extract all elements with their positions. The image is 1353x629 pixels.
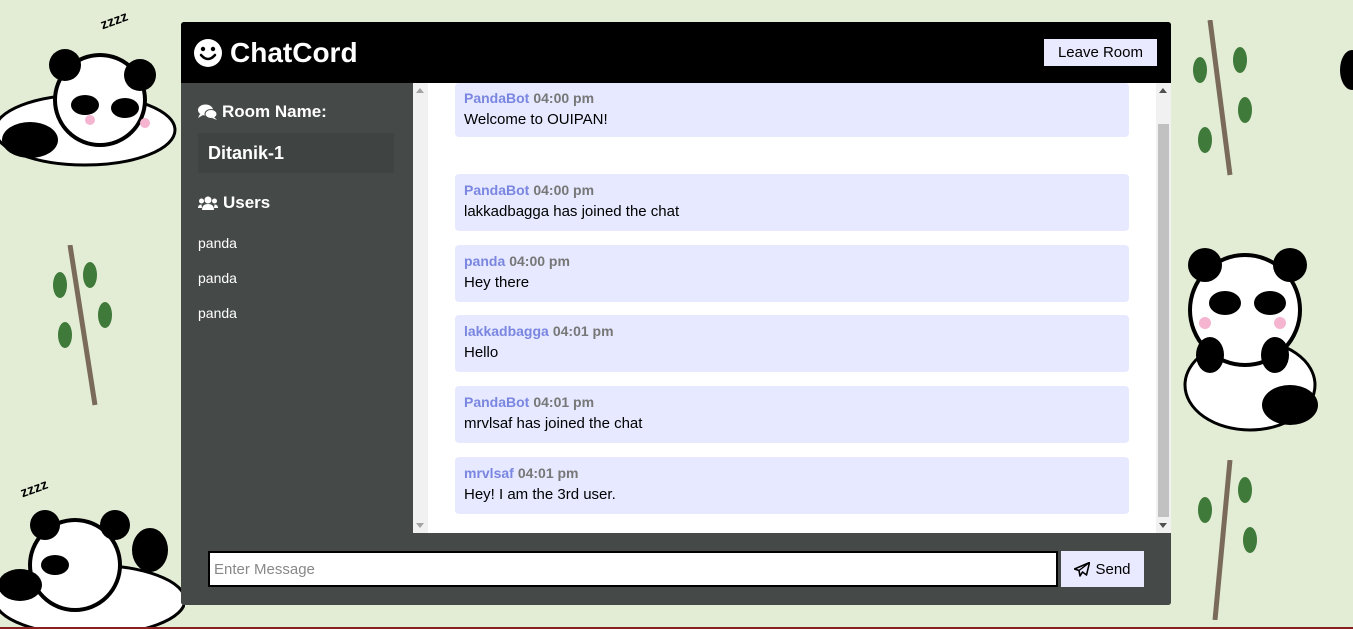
message-username: PandaBot: [464, 394, 530, 410]
message-meta: mrvlsaf 04:01 pm: [464, 465, 579, 481]
message: PandaBot 04:01 pm mrvlsaf has joined the …: [455, 386, 1129, 443]
app-title: ChatCord: [230, 36, 358, 68]
chat-sidebar: Room Name: Ditanik-1 Users panda panda p…: [181, 83, 413, 533]
message-text: Welcome to OUIPAN!: [464, 111, 608, 128]
message-username: lakkadbagga: [464, 323, 549, 339]
background-bamboo-right-bottom: [1190, 459, 1270, 625]
chat-header: ChatCord Leave Room: [181, 22, 1171, 83]
messages-scrollbar[interactable]: [1156, 83, 1171, 533]
message: mrvlsaf 04:01 pm Hey! I am the 3rd user.: [455, 457, 1129, 514]
scroll-up-arrow-icon[interactable]: [416, 88, 424, 93]
send-button[interactable]: Send: [1061, 551, 1144, 587]
users-label: Users: [223, 193, 271, 212]
comments-icon: [198, 104, 217, 120]
message-input[interactable]: [208, 551, 1058, 587]
background-bamboo-right-top: [1185, 19, 1265, 185]
message-text: lakkadbagga has joined the chat: [464, 203, 680, 220]
background-bamboo-left: [45, 244, 125, 415]
background-panda-top-right: [1330, 40, 1353, 105]
room-name-box: Ditanik-1: [198, 133, 394, 173]
background-panda-right: [1170, 245, 1330, 440]
message: lakkadbagga 04:01 pm Hello: [455, 315, 1129, 372]
background-panda-bottom-left: [0, 490, 187, 629]
message-time: 04:01 pm: [517, 465, 579, 481]
users-heading: Users: [198, 193, 270, 213]
message: PandaBot 04:00 pm Welcome to OUIPAN!: [455, 83, 1129, 137]
leave-room-button[interactable]: Leave Room: [1043, 39, 1157, 66]
message-time: 04:01 pm: [552, 323, 614, 339]
room-name-label: Room Name:: [222, 102, 327, 121]
message-time: 04:01 pm: [533, 394, 595, 410]
message: panda 04:00 pm Hey there: [455, 245, 1129, 302]
message: PandaBot 04:00 pm lakkadbagga has joined …: [455, 174, 1129, 231]
background-panda-top-left: [0, 20, 180, 175]
message-meta: PandaBot 04:00 pm: [464, 90, 594, 106]
user-list-item: panda: [198, 235, 237, 251]
message-text: mrvlsaf has joined the chat: [464, 415, 643, 432]
room-name-value: Ditanik-1: [208, 142, 285, 163]
chat-messages: PandaBot 04:00 pm Welcome to OUIPAN! Pand…: [413, 83, 1171, 533]
brand: ChatCord: [193, 37, 358, 69]
message-meta: panda 04:00 pm: [464, 253, 570, 269]
room-name-heading: Room Name:: [198, 102, 327, 122]
scroll-down-arrow-icon[interactable]: [416, 523, 424, 528]
user-list-item: panda: [198, 305, 237, 321]
message-username: panda: [464, 253, 506, 269]
message-time: 04:00 pm: [509, 253, 570, 269]
smile-icon: [193, 38, 223, 68]
scrollbar-thumb[interactable]: [1158, 124, 1169, 517]
message-username: PandaBot: [464, 182, 530, 198]
users-icon: [198, 196, 218, 210]
scroll-down-arrow-icon[interactable]: [1159, 523, 1167, 528]
message-username: PandaBot: [464, 90, 530, 106]
message-text: Hello: [464, 344, 499, 361]
message-time: 04:00 pm: [533, 90, 595, 106]
chat-container: ChatCord Leave Room Room Name: Ditanik-1: [181, 22, 1171, 605]
message-meta: PandaBot 04:01 pm: [464, 394, 594, 410]
message-username: mrvlsaf: [464, 465, 514, 481]
user-list-item: panda: [198, 270, 237, 286]
sidebar-scrollbar[interactable]: [413, 83, 428, 533]
message-meta: lakkadbagga 04:01 pm: [464, 323, 614, 339]
message-form: Send: [181, 533, 1171, 605]
paper-plane-icon: [1074, 561, 1091, 577]
message-text: Hey! I am the 3rd user.: [464, 486, 616, 503]
message-text: Hey there: [464, 274, 530, 291]
message-time: 04:00 pm: [533, 182, 595, 198]
scroll-up-arrow-icon[interactable]: [1159, 88, 1167, 93]
message-meta: PandaBot 04:00 pm: [464, 182, 594, 198]
send-label: Send: [1095, 560, 1131, 578]
